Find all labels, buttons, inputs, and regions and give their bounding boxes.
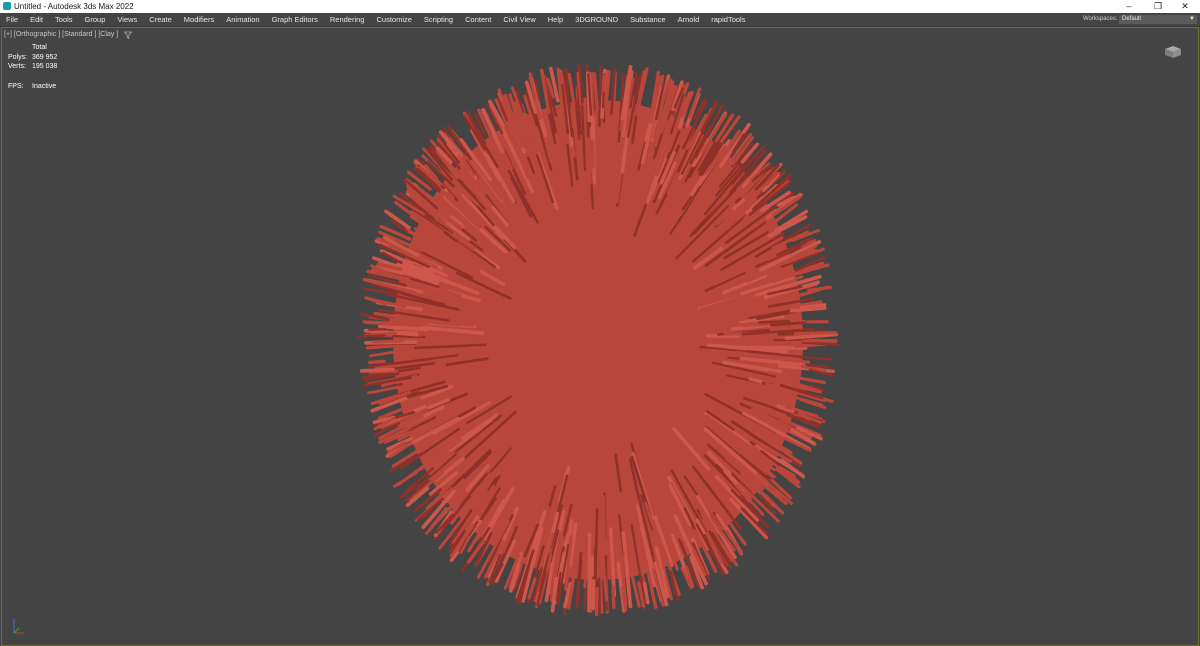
window-title: Untitled - Autodesk 3ds Max 2022 — [14, 2, 134, 11]
menu-item-graph-editors[interactable]: Graph Editors — [266, 13, 324, 26]
chevron-down-icon: ▼ — [1189, 16, 1195, 22]
menu-bar: File Edit Tools Group Views Create Modifiers An… — [0, 13, 1200, 27]
menu-item-civil-view[interactable]: Civil View — [497, 13, 541, 26]
menu-item-customize[interactable]: Customize — [370, 13, 417, 26]
menu-item-rendering[interactable]: Rendering — [324, 13, 371, 26]
workspaces-value: Default — [1122, 16, 1142, 22]
axis-gizmo-icon — [13, 619, 24, 634]
menu-item-file[interactable]: File — [0, 13, 24, 26]
workspaces-dropdown[interactable]: Default ▼ — [1119, 15, 1197, 24]
menu-item-scripting[interactable]: Scripting — [418, 13, 459, 26]
polys-value: 369 952 — [32, 53, 58, 61]
menu-item-3dground[interactable]: 3DGROUND — [569, 13, 624, 26]
viewport-label[interactable]: [+] [Orthographic ] [Standard ] [Clay ] — [4, 31, 118, 38]
menu-item-rapidtools[interactable]: rapidTools — [705, 13, 751, 26]
menu-item-content[interactable]: Content — [459, 13, 497, 26]
menu-item-create[interactable]: Create — [143, 13, 178, 26]
menu-item-views[interactable]: Views — [111, 13, 143, 26]
menu-item-modifiers[interactable]: Modifiers — [178, 13, 220, 26]
minimize-icon[interactable]: – — [1114, 0, 1144, 13]
menu-item-edit[interactable]: Edit — [24, 13, 49, 26]
filter-icon[interactable] — [124, 31, 132, 39]
menu-item-animation[interactable]: Animation — [220, 13, 265, 26]
verts-value: 195 038 — [32, 63, 58, 70]
hair-sphere-mesh — [357, 64, 839, 617]
menu-item-arnold[interactable]: Arnold — [672, 13, 706, 26]
polys-label: Polys: — [8, 53, 28, 61]
stats-header: Total — [32, 44, 47, 51]
fps-value: Inactive — [32, 82, 57, 90]
menu-item-tools[interactable]: Tools — [49, 13, 79, 26]
main-menu: File Edit Tools Group Views Create Modifiers An… — [0, 13, 751, 26]
title-bar: Untitled - Autodesk 3ds Max 2022 – ❐ ✕ — [0, 0, 1200, 13]
fps-label: FPS: — [8, 82, 24, 90]
viewcube-icon[interactable] — [1163, 45, 1183, 59]
viewport-orthographic[interactable]: [+] [Orthographic ] [Standard ] [Clay ] … — [1, 27, 1199, 646]
verts-label: Verts: — [8, 63, 26, 70]
restore-icon[interactable]: ❐ — [1143, 0, 1173, 13]
menu-item-group[interactable]: Group — [79, 13, 112, 26]
3dsmax-icon — [3, 2, 11, 10]
close-icon[interactable]: ✕ — [1170, 0, 1200, 13]
menu-item-help[interactable]: Help — [542, 13, 569, 26]
workspaces-label: Workspaces: — [1083, 16, 1118, 22]
stats-overlay: Total Polys: 369 952 Verts: 195 038 FPS: In… — [8, 43, 57, 91]
menu-item-substance[interactable]: Substance — [624, 13, 671, 26]
